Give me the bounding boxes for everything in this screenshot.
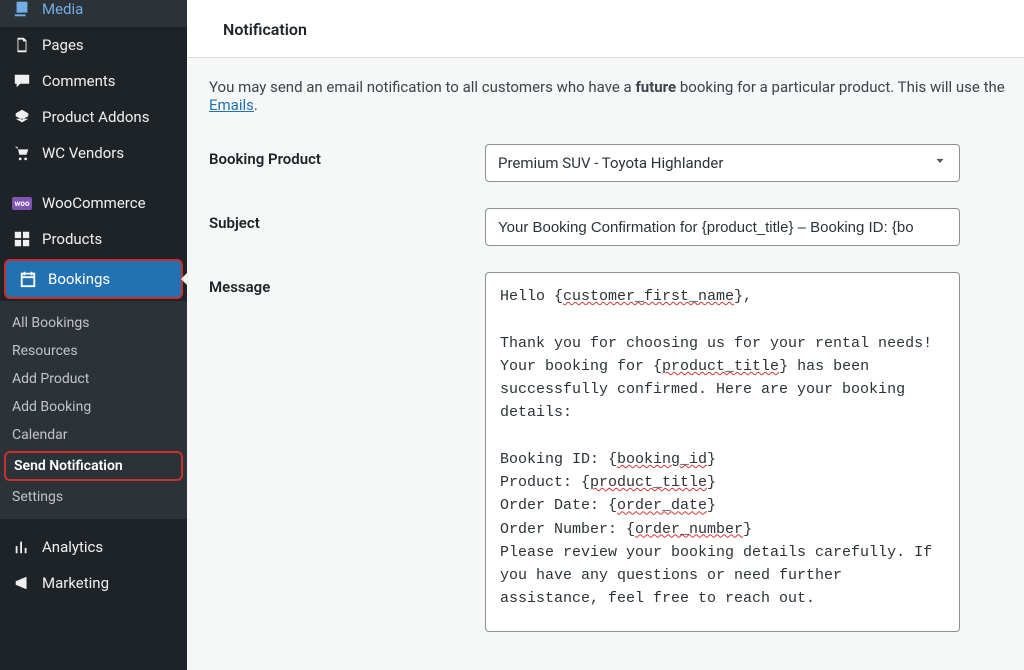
sidebar-item-comments[interactable]: Comments [0, 63, 187, 99]
page-title: Notification [223, 20, 1000, 39]
analytics-icon [12, 538, 32, 556]
sidebar-label: Product Addons [42, 108, 149, 126]
intro-period: . [254, 96, 258, 114]
bookings-submenu: All Bookings Resources Add Product Add B… [0, 301, 187, 519]
sidebar-label: WC Vendors [42, 144, 124, 162]
sidebar-item-product-addons[interactable]: Product Addons [0, 99, 187, 135]
sidebar-item-marketing[interactable]: Marketing [0, 565, 187, 601]
submenu-settings[interactable]: Settings [0, 483, 187, 511]
media-icon [12, 0, 32, 18]
intro-part: You may send an email notification to al… [209, 78, 635, 96]
label-booking-product: Booking Product [209, 144, 485, 168]
woo-icon: woo [12, 197, 32, 210]
sidebar-item-media[interactable]: Media [0, 0, 187, 27]
emails-link[interactable]: Emails [209, 96, 254, 114]
intro-bold: future [635, 78, 676, 96]
admin-sidebar: Media Pages Comments Product Addons WC V… [0, 0, 187, 670]
sidebar-label: Products [42, 230, 102, 248]
submenu-calendar[interactable]: Calendar [0, 421, 187, 449]
submenu-all-bookings[interactable]: All Bookings [0, 309, 187, 337]
addon-icon [12, 108, 32, 126]
label-message: Message [209, 272, 485, 296]
sidebar-item-analytics[interactable]: Analytics [0, 529, 187, 565]
row-booking-product: Booking Product Premium SUV - Toyota Hig… [209, 144, 1002, 182]
sidebar-label: WooCommerce [42, 194, 146, 212]
row-subject: Subject [209, 208, 1002, 246]
sidebar-item-products[interactable]: Products [0, 221, 187, 257]
calendar-icon [18, 270, 38, 288]
select-booking-product[interactable]: Premium SUV - Toyota Highlander [485, 144, 960, 182]
chevron-down-icon [933, 154, 947, 172]
sidebar-label: Bookings [48, 270, 110, 288]
submenu-send-notification[interactable]: Send Notification [4, 451, 183, 481]
pages-icon [12, 36, 32, 54]
sidebar-label: Pages [42, 36, 84, 54]
cart-icon [12, 144, 32, 162]
submenu-add-booking[interactable]: Add Booking [0, 393, 187, 421]
select-value: Premium SUV - Toyota Highlander [498, 154, 723, 172]
sidebar-item-pages[interactable]: Pages [0, 27, 187, 63]
submenu-resources[interactable]: Resources [0, 337, 187, 365]
row-message: Message Hello {customer_first_name}, Tha… [209, 272, 1002, 632]
sidebar-label: Analytics [42, 538, 103, 556]
intro-part: booking for a particular product. This w… [676, 78, 1005, 96]
comments-icon [12, 72, 32, 90]
sidebar-label: Media [42, 0, 83, 18]
sidebar-item-bookings[interactable]: Bookings [4, 259, 183, 299]
products-icon [12, 230, 32, 248]
form-area: Booking Product Premium SUV - Toyota Hig… [187, 124, 1024, 670]
intro-text: You may send an email notification to al… [187, 58, 1024, 124]
marketing-icon [12, 574, 32, 592]
submenu-add-product[interactable]: Add Product [0, 365, 187, 393]
textarea-message[interactable]: Hello {customer_first_name}, Thank you f… [485, 272, 960, 632]
sidebar-item-wc-vendors[interactable]: WC Vendors [0, 135, 187, 171]
sidebar-item-woocommerce[interactable]: woo WooCommerce [0, 185, 187, 221]
label-subject: Subject [209, 208, 485, 232]
page-header: Notification [187, 0, 1024, 58]
sidebar-label: Comments [42, 72, 116, 90]
sidebar-label: Marketing [42, 574, 109, 592]
input-subject[interactable] [485, 208, 960, 246]
main-content: Notification You may send an email notif… [187, 0, 1024, 670]
